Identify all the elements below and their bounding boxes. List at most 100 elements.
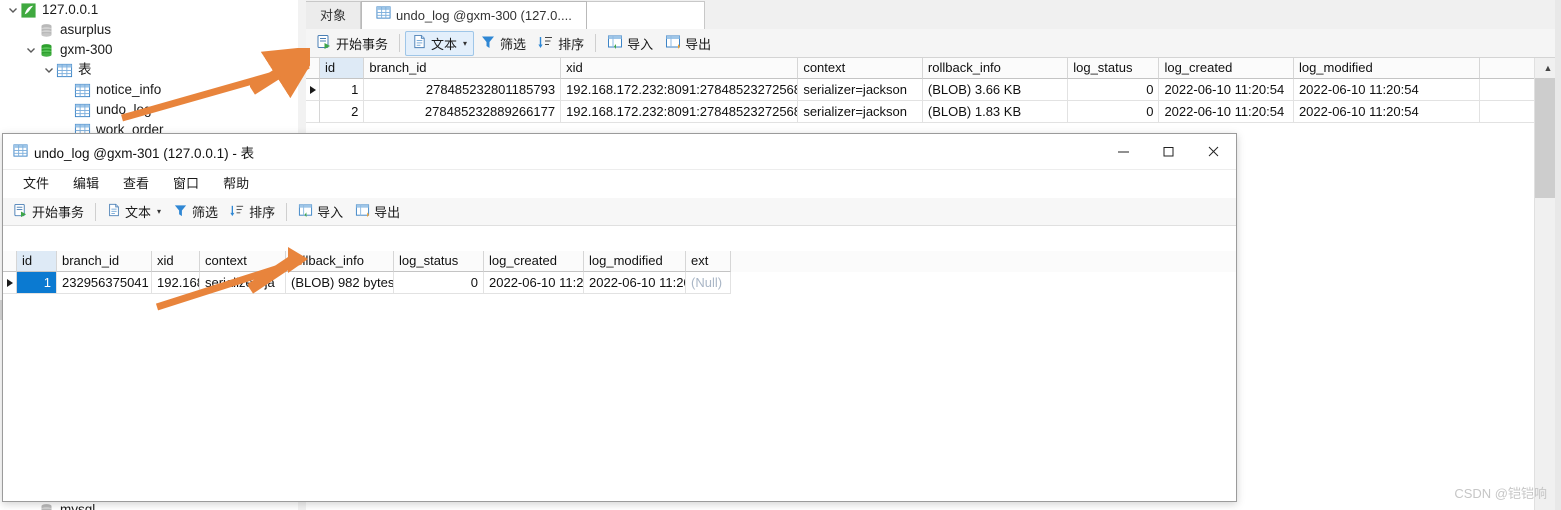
child-column-header-context[interactable]: context xyxy=(200,251,286,272)
menu-查看[interactable]: 查看 xyxy=(111,170,161,198)
child-column-header-log_modified[interactable]: log_modified xyxy=(584,251,686,272)
child-text-view-button[interactable]: 文本 ▾ xyxy=(101,200,167,223)
cell-log_modified[interactable]: 2022-06-10 11:20:54 xyxy=(1293,79,1480,101)
child-cell-branch_id[interactable]: 232956375041 xyxy=(57,272,152,294)
cell-branch_id[interactable]: 278485232889266177 xyxy=(364,101,562,123)
funnel-icon xyxy=(480,34,496,53)
tab-objects[interactable]: 对象 xyxy=(306,1,362,29)
child-row-marker-header xyxy=(3,251,17,272)
chevron-down-icon[interactable] xyxy=(24,40,38,60)
column-header-log_created[interactable]: log_created xyxy=(1159,58,1294,79)
column-header-rollback_info[interactable]: rollback_info xyxy=(922,58,1069,79)
export-button[interactable]: 导出 xyxy=(659,32,717,55)
cell-log_modified[interactable]: 2022-06-10 11:20:54 xyxy=(1293,101,1480,123)
child-column-header-log_status[interactable]: log_status xyxy=(394,251,484,272)
cell-context[interactable]: serializer=jackson xyxy=(798,101,923,123)
chevron-down-icon[interactable] xyxy=(42,60,56,80)
sidebar-item-asurplus[interactable]: asurplus xyxy=(0,20,298,40)
child-cell-log_modified[interactable]: 2022-06-10 11:20: xyxy=(584,272,686,294)
menu-编辑[interactable]: 编辑 xyxy=(61,170,111,198)
sidebar-item-gxm-300[interactable]: gxm-300 xyxy=(0,40,298,60)
row-marker[interactable] xyxy=(306,79,320,101)
column-header-partial[interactable] xyxy=(1479,58,1535,79)
child-cell-log_created[interactable]: 2022-06-10 11:2( xyxy=(484,272,584,294)
cell-rollback_info[interactable]: (BLOB) 3.66 KB xyxy=(922,79,1069,101)
child-cell-context[interactable]: serializer=ja xyxy=(200,272,286,294)
column-header-xid[interactable]: xid xyxy=(561,58,799,79)
chevron-down-icon[interactable]: ▾ xyxy=(463,39,467,48)
sidebar-item-127-0-0-1[interactable]: 127.0.0.1 xyxy=(0,0,298,20)
column-header-log_status[interactable]: log_status xyxy=(1068,58,1160,79)
cell-context[interactable]: serializer=jackson xyxy=(798,79,923,101)
cell-log_created[interactable]: 2022-06-10 11:20:54 xyxy=(1159,101,1294,123)
main-data-grid[interactable]: id branch_id xid context rollback_info log_st… xyxy=(306,58,1535,123)
minimize-button[interactable] xyxy=(1101,134,1146,169)
maximize-button[interactable] xyxy=(1146,134,1191,169)
child-table-row[interactable]: 1 232956375041 192.168 serializer=ja (BLOB) … xyxy=(3,272,1236,294)
sidebar-item-undo_log[interactable]: undo_log xyxy=(0,100,298,120)
menu-帮助[interactable]: 帮助 xyxy=(211,170,261,198)
import-icon xyxy=(607,34,623,53)
cell-log_status[interactable]: 0 xyxy=(1068,101,1160,123)
row-marker[interactable] xyxy=(306,101,320,123)
cell-log_status[interactable]: 0 xyxy=(1068,79,1160,101)
table-row[interactable]: 2 278485232889266177 192.168.172.232:8091:… xyxy=(306,101,1535,123)
child-column-header-rollback_info[interactable]: rollback_info xyxy=(286,251,394,272)
undo-log-child-window[interactable]: undo_log @gxm-301 (127.0.0.1) - 表 文件 编辑 查看… xyxy=(2,133,1237,502)
child-window-menubar[interactable]: 文件 编辑 查看 窗口 帮助 xyxy=(3,170,1236,198)
cell-id[interactable]: 2 xyxy=(320,101,365,123)
cell-id[interactable]: 1 xyxy=(320,79,365,101)
text-view-button[interactable]: 文本 ▾ xyxy=(405,30,475,56)
filter-button[interactable]: 筛选 xyxy=(474,32,532,55)
begin-transaction-button[interactable]: 开始事务 xyxy=(310,32,394,55)
child-column-header-xid[interactable]: xid xyxy=(152,251,200,272)
toolbar-separator xyxy=(399,34,401,52)
child-export-button[interactable]: 导出 xyxy=(349,200,406,223)
child-row-marker[interactable] xyxy=(3,272,17,294)
child-export-label: 导出 xyxy=(374,205,401,220)
cell-partial[interactable] xyxy=(1479,101,1535,123)
child-begin-transaction-label: 开始事务 xyxy=(32,205,85,220)
grid-header-row: id branch_id xid context rollback_info log_st… xyxy=(306,58,1535,79)
child-column-header-ext[interactable]: ext xyxy=(686,251,731,272)
close-button[interactable] xyxy=(1191,134,1236,169)
cell-xid[interactable]: 192.168.172.232:8091:278485232725688320 xyxy=(561,79,799,101)
table-row[interactable]: 1 278485232801185793 192.168.172.232:8091:… xyxy=(306,79,1535,101)
cell-log_created[interactable]: 2022-06-10 11:20:54 xyxy=(1159,79,1294,101)
sidebar-item--[interactable]: 表 xyxy=(0,60,298,80)
child-import-button[interactable]: 导入 xyxy=(292,200,349,223)
menu-文件[interactable]: 文件 xyxy=(11,170,61,198)
cell-xid[interactable]: 192.168.172.232:8091:278485232725688320 xyxy=(561,101,799,123)
transaction-icon xyxy=(316,34,332,53)
child-column-header-id[interactable]: id xyxy=(17,251,57,272)
child-column-header-branch_id[interactable]: branch_id xyxy=(57,251,152,272)
sort-button[interactable]: 排序 xyxy=(532,32,590,55)
child-cell-id[interactable]: 1 xyxy=(17,272,57,294)
child-cell-rollback_info[interactable]: (BLOB) 982 bytes xyxy=(286,272,394,294)
child-column-header-log_created[interactable]: log_created xyxy=(484,251,584,272)
child-data-grid[interactable]: id branch_id xid context rollback_info log_st… xyxy=(3,251,1236,501)
child-cell-log_status[interactable]: 0 xyxy=(394,272,484,294)
child-window-titlebar[interactable]: undo_log @gxm-301 (127.0.0.1) - 表 xyxy=(3,134,1236,170)
sidebar-item-notice_info[interactable]: notice_info xyxy=(0,80,298,100)
child-begin-transaction-button[interactable]: 开始事务 xyxy=(7,200,90,223)
tab-undo-log-gxm300[interactable]: undo_log @gxm-300 (127.0.... xyxy=(361,1,587,29)
import-button[interactable]: 导入 xyxy=(601,32,659,55)
chevron-down-icon[interactable] xyxy=(6,0,20,20)
chevron-down-icon[interactable]: ▾ xyxy=(157,207,161,216)
table-icon xyxy=(74,102,91,119)
table-icon xyxy=(13,143,28,161)
column-header-branch_id[interactable]: branch_id xyxy=(364,58,562,79)
menu-窗口[interactable]: 窗口 xyxy=(161,170,211,198)
export-icon xyxy=(355,203,370,221)
child-cell-xid[interactable]: 192.168 xyxy=(152,272,200,294)
child-sort-button[interactable]: 排序 xyxy=(224,200,281,223)
child-filter-button[interactable]: 筛选 xyxy=(167,200,224,223)
cell-branch_id[interactable]: 278485232801185793 xyxy=(364,79,562,101)
cell-rollback_info[interactable]: (BLOB) 1.83 KB xyxy=(922,101,1069,123)
child-cell-ext[interactable]: (Null) xyxy=(686,272,731,294)
cell-partial[interactable] xyxy=(1479,79,1535,101)
column-header-id[interactable]: id xyxy=(320,58,365,79)
column-header-context[interactable]: context xyxy=(798,58,923,79)
column-header-log_modified[interactable]: log_modified xyxy=(1293,58,1480,79)
